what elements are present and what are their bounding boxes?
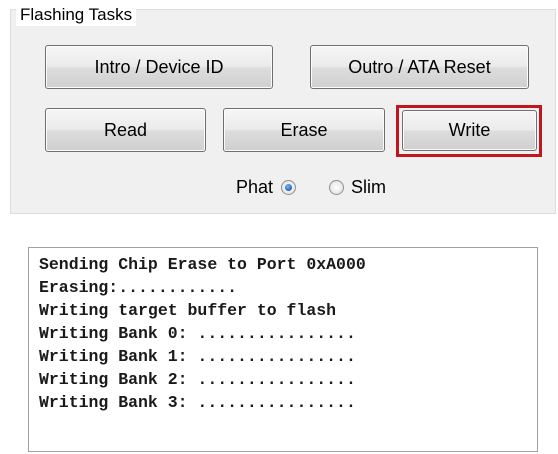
log-line: Writing Bank 1: ................: [39, 347, 356, 366]
slim-radio-label: Slim: [351, 177, 386, 197]
log-output[interactable]: Sending Chip Erase to Port 0xA000 Erasin…: [28, 247, 538, 452]
intro-device-id-button[interactable]: Intro / Device ID: [45, 45, 273, 89]
log-line: Writing Bank 2: ................: [39, 370, 356, 389]
group-title: Flashing Tasks: [16, 4, 137, 26]
write-button[interactable]: Write: [402, 110, 537, 151]
phat-radio[interactable]: [281, 180, 296, 195]
erase-button[interactable]: Erase: [223, 108, 385, 152]
log-line: Writing Bank 0: ................: [39, 324, 356, 343]
read-button[interactable]: Read: [45, 108, 206, 152]
log-line: Writing target buffer to flash: [39, 301, 337, 320]
outro-ata-reset-button[interactable]: Outro / ATA Reset: [310, 45, 529, 89]
log-line: Sending Chip Erase to Port 0xA000: [39, 255, 366, 274]
radio-selected-dot-icon: [285, 184, 292, 191]
log-line: Writing Bank 3: ................: [39, 393, 356, 412]
log-line: Erasing:............: [39, 278, 238, 297]
slim-radio[interactable]: [329, 180, 344, 195]
phat-radio-label: Phat: [236, 177, 274, 197]
